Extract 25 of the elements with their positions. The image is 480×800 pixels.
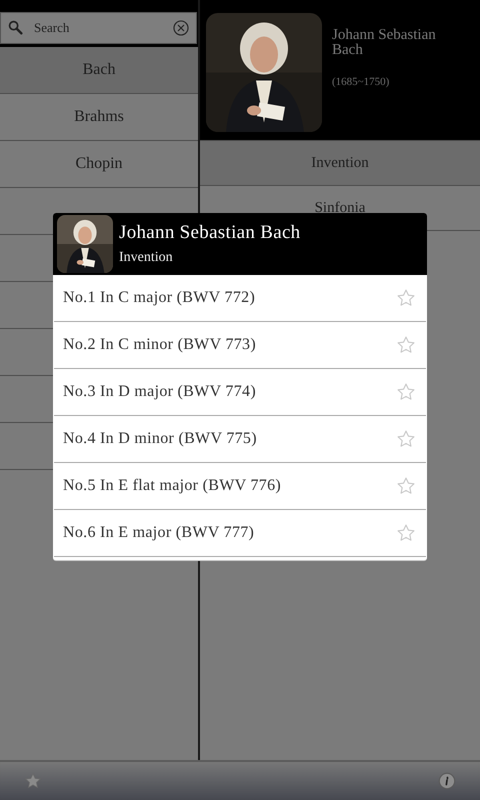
piece-item[interactable]: No.5 In E flat major (BWV 776) bbox=[54, 463, 426, 510]
search-field[interactable]: Search bbox=[0, 12, 197, 44]
piece-title: No.6 In E major (BWV 777) bbox=[63, 524, 254, 542]
star-icon[interactable] bbox=[396, 429, 416, 449]
info-icon[interactable] bbox=[438, 772, 456, 790]
piece-title: No.2 In C minor (BWV 773) bbox=[63, 336, 256, 354]
star-icon[interactable] bbox=[396, 476, 416, 496]
piece-item[interactable]: No.2 In C minor (BWV 773) bbox=[54, 322, 426, 369]
clear-icon[interactable] bbox=[173, 20, 189, 36]
piece-item[interactable]: No.6 In E major (BWV 777) bbox=[54, 510, 426, 557]
star-icon[interactable] bbox=[24, 772, 42, 790]
star-icon[interactable] bbox=[396, 288, 416, 308]
composer-dates: (1685~1750) bbox=[332, 76, 390, 88]
piece-item[interactable]: No.3 In D major (BWV 774) bbox=[54, 369, 426, 416]
star-icon[interactable] bbox=[396, 382, 416, 402]
piece-title: No.5 In E flat major (BWV 776) bbox=[63, 477, 281, 495]
star-icon[interactable] bbox=[396, 523, 416, 543]
piece-item[interactable]: No.4 In D minor (BWV 775) bbox=[54, 416, 426, 463]
piece-title: No.4 In D minor (BWV 775) bbox=[63, 430, 257, 448]
piece-item[interactable]: No.1 In C major (BWV 772) bbox=[54, 275, 426, 322]
composer-name: Johann Sebastian Bach bbox=[332, 28, 437, 58]
star-icon[interactable] bbox=[396, 335, 416, 355]
dialog-subtitle: Invention bbox=[119, 250, 174, 266]
piece-title: No.1 In C major (BWV 772) bbox=[63, 289, 256, 307]
piece-title: No.3 In D major (BWV 774) bbox=[63, 383, 256, 401]
